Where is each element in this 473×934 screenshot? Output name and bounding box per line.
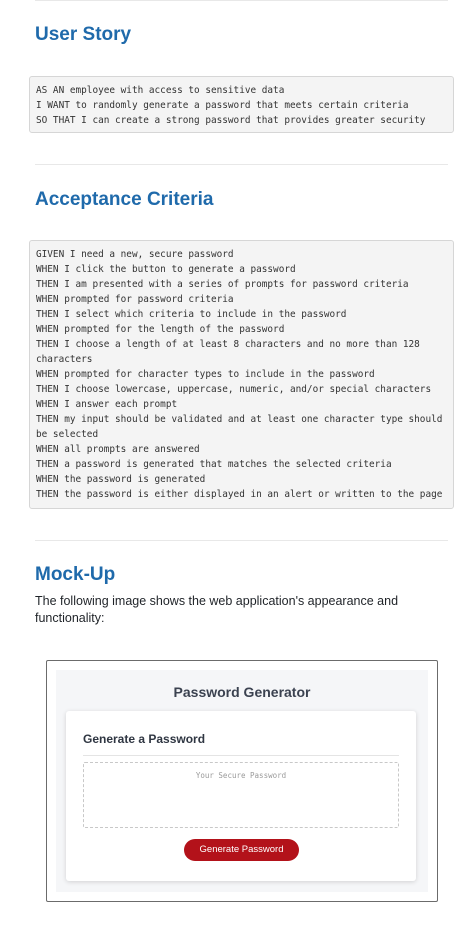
mock-password-textarea: Your Secure Password: [83, 762, 399, 828]
divider-mockup: [35, 540, 448, 541]
mock-password-placeholder: Your Secure Password: [195, 771, 287, 780]
mock-generator-card: Generate a Password Your Secure Password…: [66, 711, 416, 881]
divider-acceptance: [35, 164, 448, 165]
user-story-code-block: AS AN employee with access to sensitive …: [29, 76, 454, 133]
mock-up-heading: Mock-Up: [35, 564, 116, 585]
user-story-heading: User Story: [35, 24, 132, 45]
acceptance-criteria-code-block: GIVEN I need a new, secure password WHEN…: [29, 240, 454, 509]
mock-card-title: Generate a Password: [83, 732, 206, 746]
mock-up-image: Password Generator Generate a Password Y…: [46, 660, 438, 902]
mock-up-screen: Password Generator Generate a Password Y…: [56, 670, 428, 892]
mock-up-intro-text: The following image shows the web applic…: [35, 594, 399, 625]
mock-card-divider: [83, 755, 399, 756]
divider-top: [35, 0, 448, 1]
acceptance-criteria-heading: Acceptance Criteria: [35, 189, 214, 210]
mock-app-title: Password Generator: [173, 684, 311, 700]
mock-generate-password-button: Generate Password: [184, 839, 299, 861]
